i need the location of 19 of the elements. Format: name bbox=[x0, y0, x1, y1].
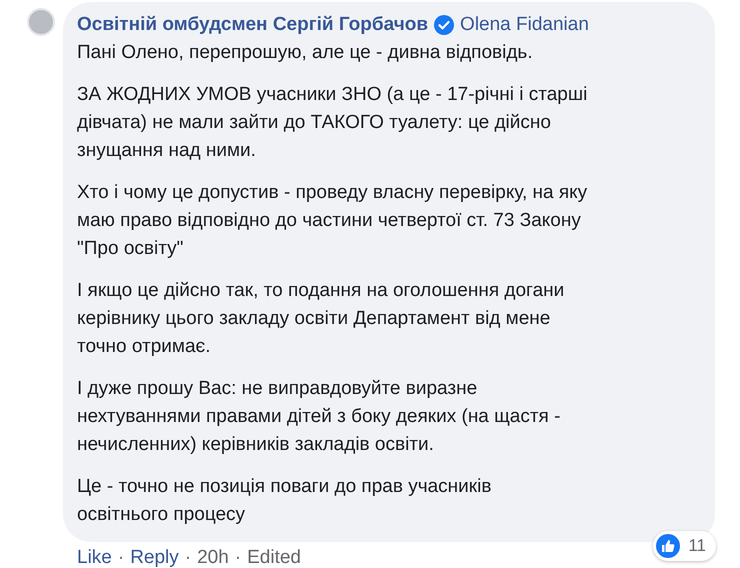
meta-text: 20h bbox=[197, 546, 229, 568]
separator-dot: · bbox=[118, 546, 124, 568]
author-name[interactable]: Освітній омбудсмен Сергій Горбачов bbox=[77, 11, 428, 39]
comment-paragraph: Пані Олено, перепрошую, але це - дивна відповідь. bbox=[77, 41, 534, 65]
comment-paragraph: Хто і чому це допустив - проведу власну перевірку, на яку маю право відповідно до частини четвертої ст. 73 Закону "Про освіту" bbox=[77, 181, 588, 261]
separator-dot: · bbox=[184, 546, 192, 568]
avatar[interactable] bbox=[27, 8, 55, 36]
comment-paragraph: І дуже прошу Вас: не виправдовуйте виразне нехтуваннями правами дітей з боку деяких (на щастя - нечисленних) керівників закладів освіти. bbox=[77, 377, 562, 457]
comment-paragraph: Це - точно не позиція поваги до прав учасників освітнього процесу bbox=[77, 475, 492, 527]
separator-dot: · bbox=[234, 546, 242, 568]
comment-paragraph: ЗА ЖОДНИХ УМОВ учасники ЗНО (а це - 17-річні і старші дівчата) не мали зайти до ТАКОГО туалету: це дійсно знущання над ними. bbox=[77, 83, 588, 163]
comment-paragraph: І якщо це дійсно так, то подання на оголошення догани керівнику цього закладу освіти Департамент від мене точно отримає. bbox=[77, 279, 566, 359]
reaction-badge[interactable]: 11 bbox=[653, 531, 716, 561]
reaction-count: 11 bbox=[688, 536, 706, 556]
meta-text: Edited bbox=[247, 546, 301, 568]
action-link[interactable]: Reply bbox=[130, 544, 179, 568]
thumbs-up-icon bbox=[656, 534, 680, 558]
action-link[interactable]: Like bbox=[77, 544, 112, 568]
tagged-name[interactable]: Olena Fidanian bbox=[460, 11, 589, 39]
